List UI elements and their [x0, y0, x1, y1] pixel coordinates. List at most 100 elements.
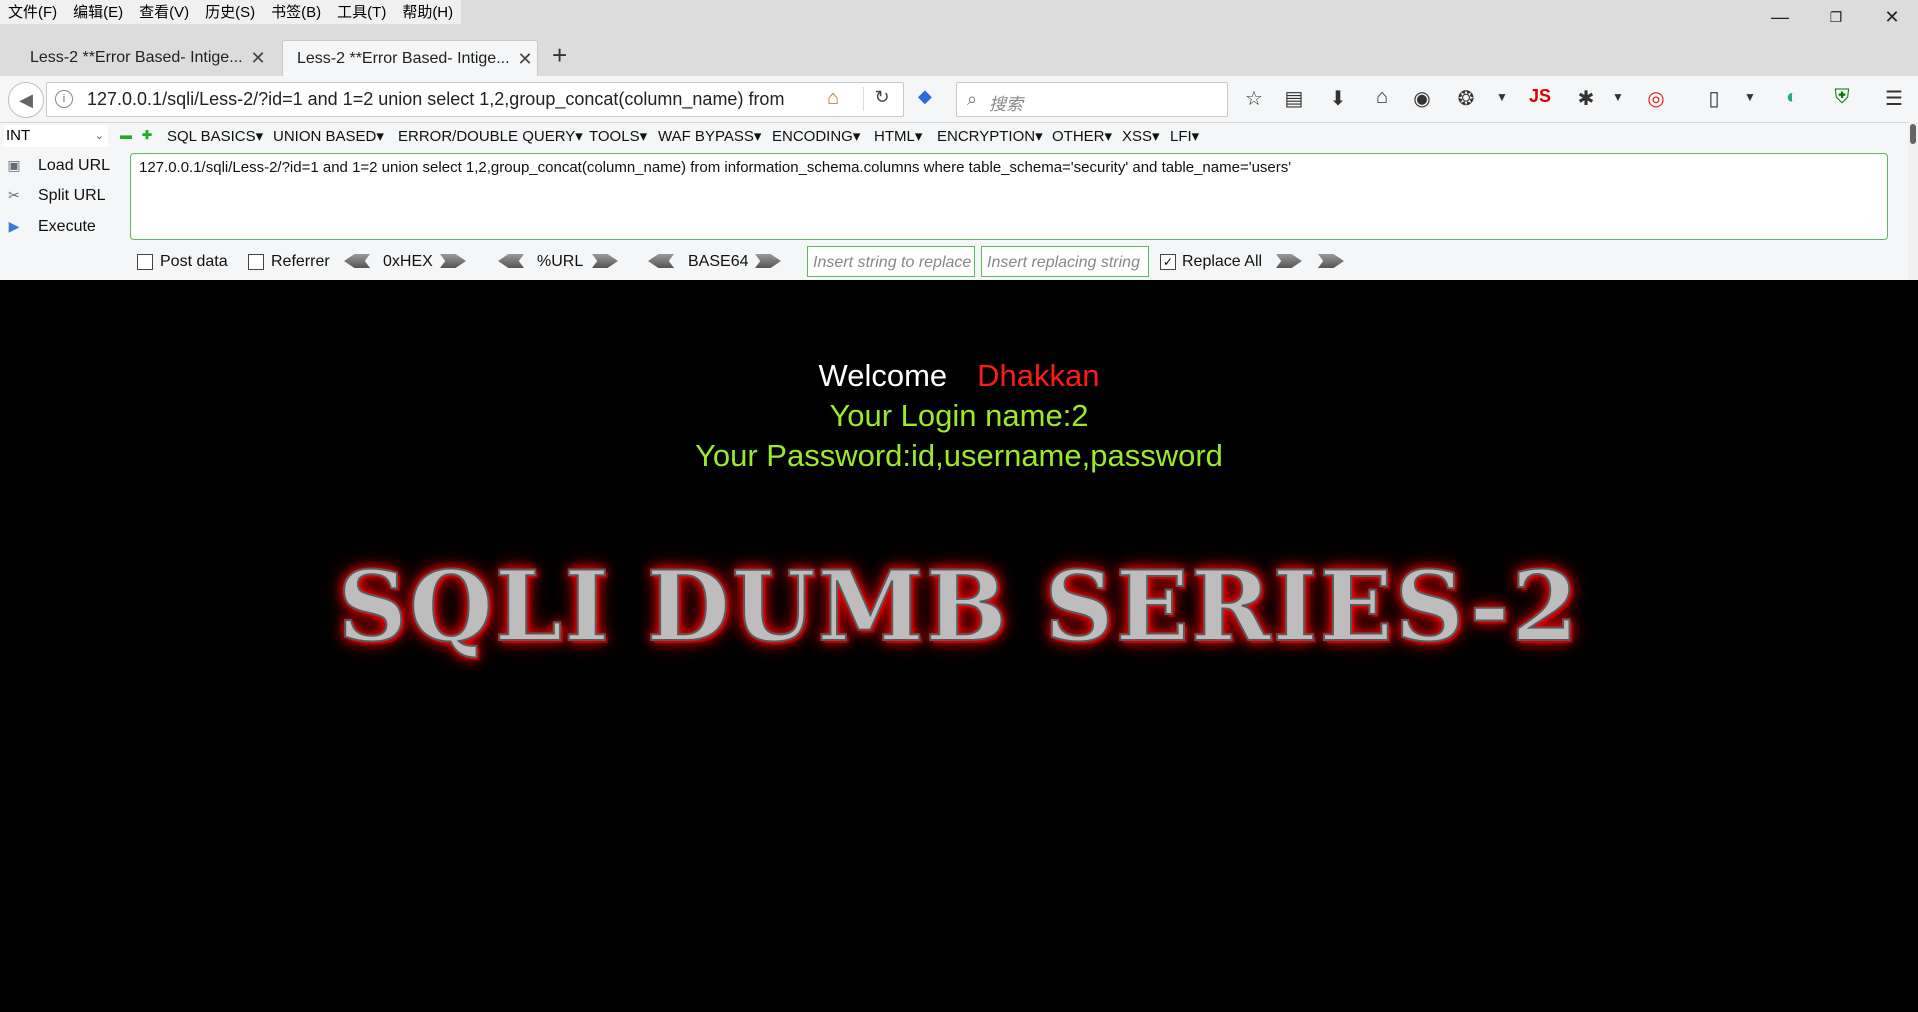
replace-from-input[interactable]: Insert string to replace: [807, 246, 975, 277]
execute-button[interactable]: ▶ Execute: [4, 214, 96, 240]
info-icon[interactable]: i: [55, 90, 73, 108]
replace-arrow-icon[interactable]: [1318, 254, 1344, 268]
referrer-checkbox[interactable]: [248, 254, 264, 270]
split-url-button[interactable]: ✂ Split URL: [4, 183, 106, 209]
load-url-button[interactable]: ▣ Load URL: [4, 153, 110, 179]
reading-list-icon[interactable]: ▤: [1280, 86, 1308, 111]
menu-xss[interactable]: XSS▾: [1122, 127, 1160, 145]
menu-lfi[interactable]: LFI▾: [1170, 127, 1199, 145]
new-tab-button[interactable]: +: [552, 40, 567, 71]
split-url-label: Split URL: [38, 187, 106, 204]
load-url-label: Load URL: [38, 157, 111, 174]
dropdown-arrow-icon[interactable]: ▼: [1488, 90, 1516, 104]
menu-bar-items: 文件(F) 编辑(E) 查看(V) 历史(S) 书签(B) 工具(T) 帮助(H…: [0, 0, 462, 24]
reload-icon[interactable]: ↻: [863, 87, 900, 111]
menu-view[interactable]: 查看(V): [131, 0, 197, 24]
hackbar-options: Post data Referrer 0xHEX %URL BASE64 Ins…: [0, 245, 1918, 279]
javascript-toggle-icon[interactable]: JS: [1526, 86, 1554, 107]
hex-label: 0xHEX: [383, 253, 433, 270]
translate-icon[interactable]: ◐: [1778, 86, 1806, 109]
search-icon: ⌕: [967, 89, 978, 109]
tab-2-active[interactable]: Less-2 **Error Based- Intige... ✕: [282, 40, 538, 77]
dropdown-arrow-icon[interactable]: ▼: [1736, 90, 1764, 104]
menu-html[interactable]: HTML▾: [874, 127, 922, 145]
bookmark-star-icon[interactable]: ☆: [1240, 86, 1268, 111]
post-data-checkbox[interactable]: [137, 254, 153, 270]
hackbar-scrollbar[interactable]: [1908, 122, 1918, 280]
dropdown-arrow-icon[interactable]: ▼: [1604, 90, 1632, 104]
extension-icon[interactable]: ◆: [918, 86, 932, 107]
menu-help[interactable]: 帮助(H): [394, 0, 461, 24]
hex-encode-arrow-icon[interactable]: [440, 254, 466, 268]
page-content: Welcome Dhakkan Your Login name:2 Your Pa…: [0, 280, 1918, 1012]
search-placeholder: 搜索: [989, 95, 1023, 114]
menu-other[interactable]: OTHER▾: [1052, 127, 1112, 145]
replace-all-label: Replace All: [1182, 253, 1263, 270]
execute-label: Execute: [38, 218, 96, 235]
menu-bar: 文件(F) 编辑(E) 查看(V) 历史(S) 书签(B) 工具(T) 帮助(H…: [0, 0, 1918, 26]
chevron-down-icon: ⌄: [94, 130, 104, 142]
search-bar[interactable]: ⌕ 搜索: [956, 82, 1228, 117]
tab-close-icon[interactable]: ✕: [246, 48, 270, 69]
base64-decode-arrow-icon[interactable]: [648, 254, 674, 268]
base64-encode-arrow-icon[interactable]: [755, 254, 781, 268]
globe-icon[interactable]: ◉: [1408, 86, 1436, 111]
tab-title: Less-2 **Error Based- Intige...: [30, 49, 243, 66]
base64-label: BASE64: [688, 253, 749, 270]
menu-union-based[interactable]: UNION BASED▾: [273, 127, 384, 145]
shield-target-icon[interactable]: ◎: [1642, 86, 1670, 111]
device-icon[interactable]: ▯: [1700, 86, 1728, 111]
cookie-icon[interactable]: ❂: [1452, 86, 1480, 111]
menu-edit[interactable]: 编辑(E): [65, 0, 131, 24]
back-arrow-icon[interactable]: ◀: [8, 82, 44, 118]
hackbar-url-text: 127.0.0.1/sqli/Less-2/?id=1 and 1=2 unio…: [139, 159, 1292, 176]
tab-1[interactable]: Less-2 **Error Based- Intige... ✕: [16, 40, 270, 76]
hackbar-url-textarea[interactable]: 127.0.0.1/sqli/Less-2/?id=1 and 1=2 unio…: [130, 153, 1888, 240]
menu-encryption[interactable]: ENCRYPTION▾: [937, 127, 1043, 145]
url-encode-arrow-icon[interactable]: [592, 254, 618, 268]
nav-bar: ◀ i 127.0.0.1/sqli/Less-2/?id=1 and 1=2 …: [0, 76, 1918, 123]
minus-icon[interactable]: ▬: [120, 128, 132, 142]
bug-icon[interactable]: ✱: [1572, 86, 1600, 111]
tab-bar: Less-2 **Error Based- Intige... ✕ Less-2…: [0, 26, 1918, 77]
browser-chrome: 文件(F) 编辑(E) 查看(V) 历史(S) 书签(B) 工具(T) 帮助(H…: [0, 0, 1918, 280]
hackbar-menu: INT ⌄ ▬ ✚ SQL BASICS▾ UNION BASED▾ ERROR…: [0, 122, 1918, 150]
menu-tools[interactable]: 工具(T): [329, 0, 394, 24]
injection-type-select[interactable]: INT ⌄: [4, 125, 108, 147]
shield-icon[interactable]: ⛨: [1828, 86, 1856, 109]
download-icon[interactable]: ⬇: [1324, 86, 1352, 111]
menu-error-double-query[interactable]: ERROR/DOUBLE QUERY▾: [398, 127, 583, 145]
welcome-text: Welcome: [818, 358, 948, 393]
play-icon: ▶: [8, 218, 20, 234]
menu-history[interactable]: 历史(S): [197, 0, 263, 24]
user-name: Dhakkan: [977, 358, 1100, 393]
menu-encoding[interactable]: ENCODING▾: [772, 127, 860, 145]
replace-all-checkbox[interactable]: ✓: [1160, 254, 1176, 270]
url-encode-label: %URL: [537, 253, 584, 270]
url-bar[interactable]: i 127.0.0.1/sqli/Less-2/?id=1 and 1=2 un…: [46, 82, 904, 117]
series-banner: SQLI DUMB SERIES-2: [337, 549, 1581, 664]
split-url-icon: ✂: [8, 187, 20, 203]
replace-to-input[interactable]: Insert replacing string: [981, 246, 1149, 277]
password-result: Your Password:id,username,password: [695, 438, 1223, 473]
home-icon[interactable]: ⌂: [1368, 86, 1396, 109]
menu-tools[interactable]: TOOLS▾: [589, 127, 647, 145]
scrollbar-thumb[interactable]: [1910, 124, 1916, 144]
menu-sql-basics[interactable]: SQL BASICS▾: [167, 127, 263, 145]
welcome-line: Welcome Dhakkan: [0, 358, 1918, 394]
plus-icon[interactable]: ✚: [142, 128, 152, 142]
menu-file[interactable]: 文件(F): [0, 0, 65, 24]
hex-decode-arrow-icon[interactable]: [344, 254, 370, 268]
url-decode-arrow-icon[interactable]: [498, 254, 524, 268]
menu-bookmarks[interactable]: 书签(B): [263, 0, 329, 24]
tab-close-icon[interactable]: ✕: [513, 49, 537, 70]
url-text[interactable]: 127.0.0.1/sqli/Less-2/?id=1 and 1=2 unio…: [87, 89, 847, 110]
replace-arrow-icon[interactable]: [1276, 254, 1302, 268]
menu-waf-bypass[interactable]: WAF BYPASS▾: [658, 127, 761, 145]
referrer-label: Referrer: [271, 253, 330, 270]
injection-type-value: INT: [6, 127, 31, 144]
login-name-result: Your Login name:2: [829, 398, 1089, 433]
load-url-icon: ▣: [7, 157, 21, 173]
hamburger-menu-icon[interactable]: ☰: [1880, 86, 1908, 111]
home-page-icon[interactable]: ⌂: [827, 87, 839, 110]
